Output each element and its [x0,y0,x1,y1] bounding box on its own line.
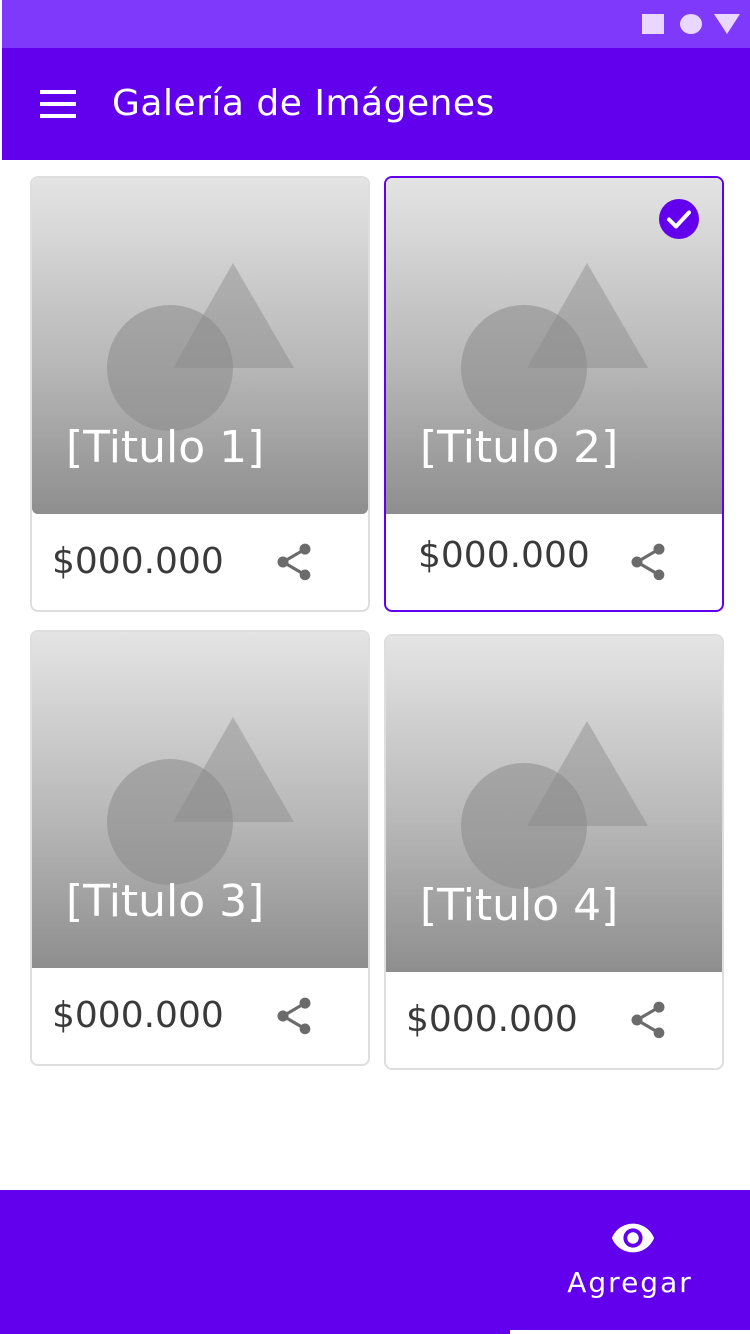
card-price: $000.000 [52,995,224,1036]
card-title: [Titulo 4] [420,880,619,931]
gallery-card-selected[interactable]: [Titulo 2] $000.000 [384,176,724,612]
card-image: [Titulo 3] [32,632,368,968]
card-image: [Titulo 2] [386,178,722,514]
agregar-button[interactable]: Agregar [510,1190,750,1330]
share-icon [631,1001,665,1039]
eye-icon [611,1223,655,1253]
square-icon [642,14,664,34]
card-footer: $000.000 [32,968,368,1064]
share-button[interactable] [626,998,670,1042]
card-footer: $000.000 [386,972,722,1068]
status-bar [2,0,750,48]
top-app-bar: Galería de Imágenes [2,48,750,160]
share-button[interactable] [272,994,316,1038]
card-price: $000.000 [418,535,590,576]
card-footer: $000.000 [386,514,722,610]
card-price: $000.000 [52,541,224,582]
card-title: [Titulo 1] [66,422,265,473]
bottom-app-bar: Agregar [0,1190,750,1334]
card-price: $000.000 [406,999,578,1040]
card-title: [Titulo 2] [420,422,619,473]
active-tab-indicator [510,1330,750,1334]
card-image: [Titulo 1] [32,178,368,514]
card-footer: $000.000 [32,514,368,610]
menu-button[interactable] [38,88,78,120]
card-image: [Titulo 4] [386,636,722,972]
share-button[interactable] [272,540,316,584]
gallery-card[interactable]: [Titulo 1] $000.000 [30,176,370,612]
card-title: [Titulo 3] [66,876,265,927]
triangle-icon [714,14,740,34]
share-button[interactable] [626,540,670,584]
share-icon [277,543,311,581]
circle-icon [680,14,702,34]
agregar-label: Agregar [567,1266,693,1299]
gallery-card[interactable]: [Titulo 3] $000.000 [30,630,370,1066]
gallery-card[interactable]: [Titulo 4] $000.000 [384,634,724,1070]
share-icon [631,543,665,581]
page-title: Galería de Imágenes [112,83,495,124]
share-icon [277,997,311,1035]
check-circle-icon [659,199,699,239]
